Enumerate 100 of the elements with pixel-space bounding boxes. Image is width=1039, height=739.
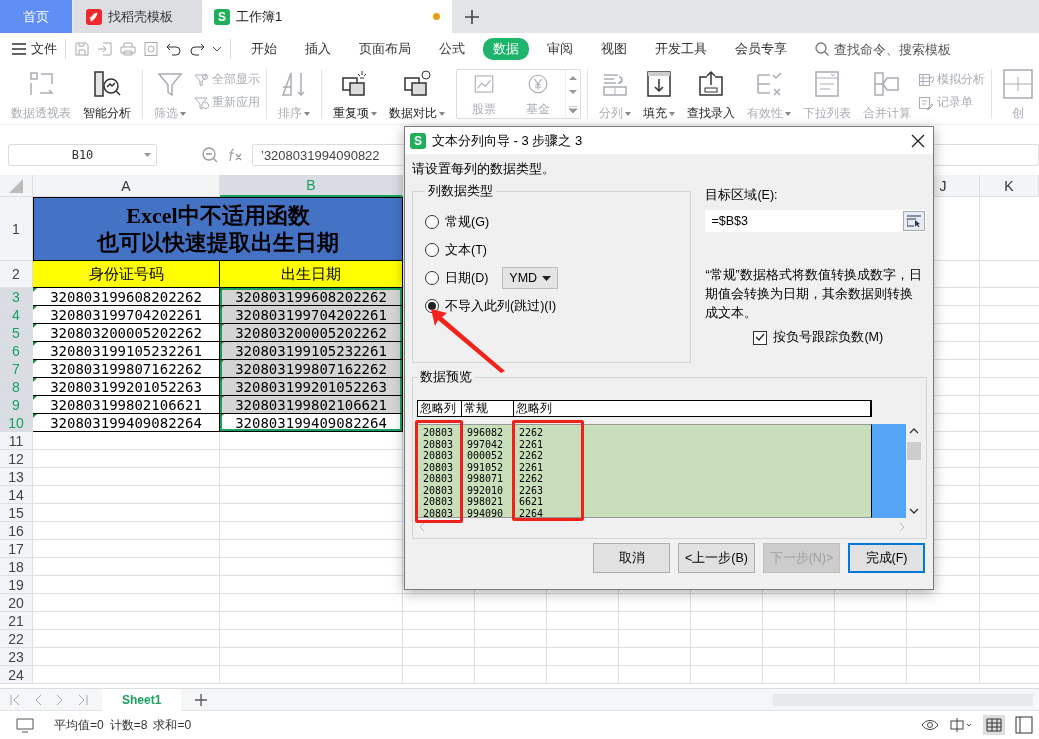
expand-icon[interactable] bbox=[569, 105, 577, 113]
zoom-out-icon[interactable] bbox=[202, 147, 218, 163]
preview-cell-text: 2263 bbox=[518, 484, 545, 496]
radio-button[interactable] bbox=[425, 299, 439, 313]
monitor-icon[interactable] bbox=[16, 717, 34, 733]
table-plus-icon bbox=[1003, 69, 1033, 99]
export-icon[interactable] bbox=[97, 41, 113, 57]
row-number[interactable]: 22 bbox=[0, 630, 33, 648]
plus-icon[interactable] bbox=[465, 9, 479, 24]
scroll-up-icon[interactable] bbox=[909, 428, 919, 434]
plus-icon[interactable] bbox=[195, 693, 208, 706]
table-cell: 320803200005202262 bbox=[33, 324, 220, 342]
table-cell: 320803199704202261 bbox=[220, 306, 403, 324]
scroll-left-icon[interactable] bbox=[419, 522, 425, 532]
ribbon-tab[interactable]: 插入 bbox=[295, 38, 341, 60]
document-tab[interactable]: 找稻壳模板 bbox=[74, 0, 202, 33]
command-search-field[interactable]: 查找命令、搜索模板 bbox=[815, 40, 962, 58]
radio-button[interactable] bbox=[425, 271, 439, 285]
normal-view-icon[interactable] bbox=[983, 715, 1005, 735]
row-number[interactable]: 16 bbox=[0, 522, 33, 540]
page-view-icon[interactable] bbox=[1015, 716, 1033, 734]
checkbox-label[interactable]: 按负号跟踪负数(M) bbox=[773, 329, 884, 346]
preview-cell-text: 20803 bbox=[422, 484, 455, 496]
redo-icon[interactable] bbox=[189, 41, 205, 57]
preview-cell-text: 2262 bbox=[518, 473, 545, 485]
table-cell: 320803199807162262 bbox=[220, 360, 403, 378]
row-number[interactable]: 21 bbox=[0, 612, 33, 630]
sheet-title: Excel中不适用函数 也可以快速提取出生日期 bbox=[33, 197, 403, 261]
ribbon-button[interactable]: 重复项 bbox=[328, 69, 382, 122]
row-number[interactable]: 24 bbox=[0, 666, 33, 684]
next-sheet-icon[interactable] bbox=[56, 693, 64, 706]
ribbon-tab[interactable]: 页面布局 bbox=[349, 38, 421, 60]
radio-button[interactable] bbox=[425, 215, 439, 229]
eye-icon[interactable] bbox=[921, 718, 939, 732]
radio-label[interactable]: 日期(D) bbox=[445, 269, 489, 287]
field-label: 目标区域(E): bbox=[705, 187, 779, 204]
first-sheet-icon[interactable] bbox=[10, 693, 20, 706]
range-picker-button[interactable] bbox=[903, 211, 925, 231]
row-number[interactable]: 17 bbox=[0, 540, 33, 558]
radio-label[interactable]: 文本(T) bbox=[445, 241, 487, 259]
ribbon-tab[interactable]: 开发工具 bbox=[645, 38, 717, 60]
radio-label[interactable]: 常规(G) bbox=[445, 213, 490, 231]
close-icon[interactable] bbox=[911, 133, 925, 148]
row-number[interactable]: 1 bbox=[0, 197, 33, 261]
ribbon-tab[interactable]: 开始 bbox=[241, 38, 287, 60]
ribbon-button[interactable]: 数据对比 bbox=[384, 69, 450, 122]
caret-icon[interactable] bbox=[212, 45, 222, 53]
radio-label[interactable]: 不导入此列(跳过)(I) bbox=[445, 297, 557, 315]
row-number[interactable]: 18 bbox=[0, 558, 33, 576]
preview-cell-text: 000052 bbox=[466, 450, 505, 462]
previous-sheet-icon[interactable] bbox=[34, 693, 42, 706]
table-icon bbox=[918, 71, 934, 88]
merge-icon bbox=[872, 69, 902, 99]
scroll-down-icon[interactable] bbox=[909, 508, 919, 514]
table-cell: 320803200005202262 bbox=[220, 324, 403, 342]
date-format-dropdown[interactable]: YMD bbox=[502, 267, 559, 289]
function-icon[interactable] bbox=[226, 147, 244, 163]
ribbon-tab[interactable]: 公式 bbox=[429, 38, 475, 60]
crosshair-icon[interactable] bbox=[949, 718, 973, 732]
preview-header[interactable]: 忽略列 bbox=[514, 401, 871, 416]
ribbon-tab[interactable]: 审阅 bbox=[537, 38, 583, 60]
overlapping-squares-icon bbox=[402, 69, 432, 99]
row-number[interactable]: 23 bbox=[0, 648, 33, 666]
name-box-field[interactable]: B10 bbox=[8, 144, 157, 166]
ribbon-tab[interactable]: 会员专享 bbox=[725, 38, 797, 60]
file-menu[interactable]: 文件 bbox=[12, 39, 66, 59]
preview-cell-text: 2261 bbox=[518, 438, 545, 450]
preview-header[interactable]: 常规 bbox=[462, 401, 514, 416]
column-header[interactable]: K bbox=[980, 175, 1039, 197]
radio-button[interactable] bbox=[425, 243, 439, 257]
dialog-button[interactable]: <上一步(B) bbox=[678, 543, 755, 573]
dialog-button[interactable]: 取消 bbox=[593, 543, 670, 573]
row-number[interactable]: 20 bbox=[0, 594, 33, 612]
column-header[interactable]: A bbox=[33, 175, 220, 197]
undo-icon[interactable] bbox=[166, 41, 182, 57]
preview-cell-text: 20803 bbox=[422, 427, 455, 439]
row-number[interactable]: 14 bbox=[0, 486, 33, 504]
row-number[interactable]: 19 bbox=[0, 576, 33, 594]
row-number[interactable]: 2 bbox=[0, 261, 33, 288]
table-cell: 320803199105232261 bbox=[220, 342, 403, 360]
ribbon-button[interactable]: 查找录入 bbox=[682, 69, 740, 122]
table-cell: 320803199802106621 bbox=[33, 396, 220, 414]
scrollbar-thumb[interactable] bbox=[907, 442, 921, 460]
row-number[interactable]: 15 bbox=[0, 504, 33, 522]
row-number[interactable]: 12 bbox=[0, 450, 33, 468]
destination-field[interactable]: =$B$3 bbox=[705, 210, 926, 232]
list-box-icon bbox=[812, 69, 842, 99]
preview-header[interactable]: 忽略列 bbox=[418, 401, 462, 416]
row-number[interactable]: 13 bbox=[0, 468, 33, 486]
ribbon-button[interactable]: 填充 bbox=[638, 69, 680, 122]
row-number[interactable]: 11 bbox=[0, 432, 33, 450]
ribbon-tab[interactable]: 视图 bbox=[591, 38, 637, 60]
ribbon-button[interactable]: 智能分析 bbox=[78, 69, 136, 122]
document-tab[interactable]: S 工作簿1 bbox=[202, 0, 452, 33]
caret-icon bbox=[542, 275, 552, 281]
checkbox[interactable] bbox=[753, 330, 768, 345]
print-preview-icon[interactable] bbox=[143, 41, 159, 57]
dialog-button[interactable]: 完成(F) bbox=[848, 543, 925, 573]
table-cell: 320803199608202262 bbox=[33, 288, 220, 306]
last-sheet-icon[interactable] bbox=[78, 693, 88, 706]
